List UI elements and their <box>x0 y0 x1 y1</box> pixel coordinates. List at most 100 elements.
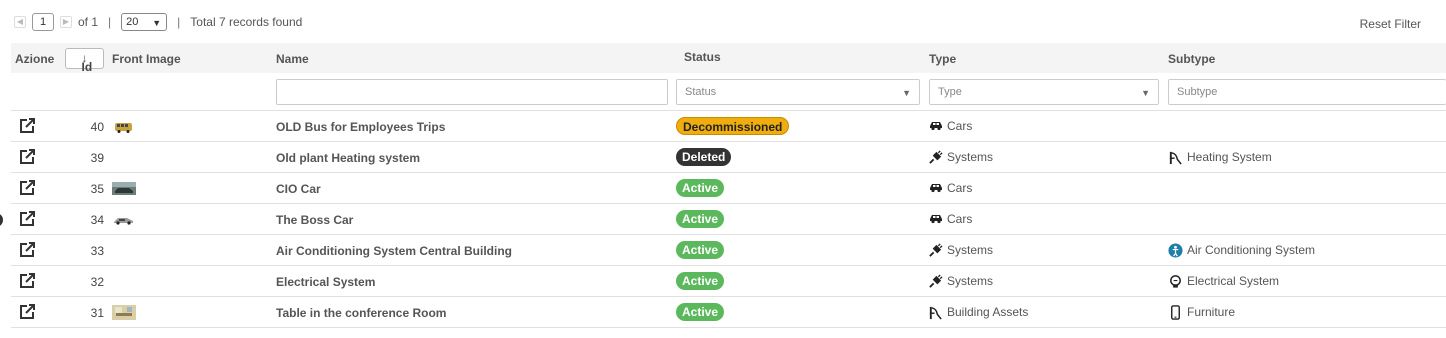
row-subtype: Furniture <box>1168 305 1236 320</box>
type-filter-placeholder: Type <box>938 86 962 98</box>
car-icon <box>928 181 944 195</box>
page-size-select[interactable]: 20 ▼ <box>121 13 168 31</box>
row-name: Old plant Heating system <box>276 151 421 165</box>
slide-icon <box>928 305 944 320</box>
row-type-label: Building Assets <box>947 305 1029 319</box>
row-type: Systems <box>928 274 993 288</box>
status-filter-placeholder: Status <box>685 86 717 98</box>
table-header: Azione Id ↓ Front Image Name Status Type… <box>11 43 1446 74</box>
row-id: 39 <box>90 151 104 165</box>
type-filter-select[interactable]: Type ▼ <box>929 79 1159 105</box>
open-external-icon[interactable] <box>19 242 37 258</box>
table-row[interactable]: 33 Air Conditioning System Central Buildi… <box>11 235 1446 266</box>
row-subtype-label: Electrical System <box>1187 274 1280 288</box>
row-name: The Boss Car <box>276 213 354 227</box>
row-type: Building Assets <box>928 305 1029 320</box>
table-row[interactable]: 32 Electrical System Active Systems Electric… <box>11 266 1446 297</box>
page-size-value: 20 <box>126 16 139 28</box>
table-row[interactable]: 34 The Boss Car Active Cars <box>11 204 1446 235</box>
row-id: 33 <box>90 244 104 258</box>
plug-icon <box>928 150 944 164</box>
status-badge: Active <box>676 210 725 228</box>
car-icon <box>928 212 944 226</box>
row-id: 32 <box>90 275 104 289</box>
chevron-down-icon: ▼ <box>152 18 162 28</box>
front-image-thumbnail[interactable] <box>112 180 136 197</box>
sort-id-button[interactable]: Id ↓ <box>65 48 104 74</box>
table-body: 40 OLD Bus for Employees Trips Decommissio… <box>11 111 1446 328</box>
chevron-down-icon: ▼ <box>902 88 911 98</box>
status-badge: Active <box>676 179 725 197</box>
table-row[interactable]: 31 Table in the conference Room Active Buil… <box>11 297 1446 328</box>
table-row[interactable]: 40 OLD Bus for Employees Trips Decommissio… <box>11 111 1446 142</box>
row-name: Air Conditioning System Central Building <box>276 244 513 258</box>
row-name: OLD Bus for Employees Trips <box>276 120 446 134</box>
row-type: Systems <box>928 243 993 257</box>
row-type-label: Cars <box>947 119 973 133</box>
front-image-thumbnail[interactable] <box>112 118 136 135</box>
pager-separator: | <box>177 15 181 29</box>
row-id: 31 <box>90 306 104 320</box>
filter-row: Status ▼ Type ▼ Subtype <box>11 73 1446 111</box>
row-subtype-label: Furniture <box>1187 305 1236 319</box>
row-id: 40 <box>90 120 104 134</box>
row-name: CIO Car <box>276 182 321 196</box>
front-image-thumbnail[interactable] <box>112 304 136 321</box>
name-filter-input[interactable] <box>276 79 668 105</box>
pagination-bar: ◀ 1 ▶ of 1 | 20 ▼ | Total 7 records foun… <box>14 12 302 32</box>
table-row[interactable]: 35 CIO Car Active Cars <box>11 173 1446 204</box>
row-id: 34 <box>90 213 104 227</box>
row-name: Electrical System <box>276 275 376 289</box>
row-subtype-label: Heating System <box>1187 150 1272 164</box>
open-external-icon[interactable] <box>19 118 37 134</box>
status-badge: Decommissioned <box>676 117 790 135</box>
slide-icon <box>1168 150 1184 165</box>
col-front-image: Front Image <box>112 52 181 66</box>
page-count-label: of 1 <box>78 15 99 29</box>
open-external-icon[interactable] <box>19 211 37 227</box>
subtype-filter-placeholder: Subtype <box>1177 86 1218 98</box>
reset-filter-button[interactable]: Reset Filter <box>1360 17 1421 31</box>
plug-icon <box>928 274 944 288</box>
open-external-icon[interactable] <box>19 304 37 320</box>
next-page-icon[interactable]: ▶ <box>60 16 72 28</box>
prev-page-icon[interactable]: ◀ <box>14 16 26 28</box>
status-filter-select[interactable]: Status ▼ <box>676 79 920 105</box>
lightbulb-icon <box>1168 274 1184 288</box>
col-name[interactable]: Name <box>276 52 309 66</box>
total-records-label: Total 7 records found <box>190 15 303 29</box>
row-type: Cars <box>928 212 972 226</box>
car-icon <box>928 119 944 133</box>
col-status[interactable]: Status <box>684 50 721 64</box>
open-external-icon[interactable] <box>19 273 37 289</box>
subtype-filter-select[interactable]: Subtype <box>1168 79 1446 105</box>
status-badge: Active <box>676 303 725 321</box>
front-image-thumbnail[interactable] <box>112 211 136 228</box>
pager-separator: | <box>108 15 112 29</box>
row-type: Cars <box>928 181 972 195</box>
col-subtype[interactable]: Subtype <box>1168 52 1215 66</box>
row-type-label: Systems <box>947 274 994 288</box>
chevron-down-icon: ▼ <box>1141 88 1150 98</box>
row-subtype: Electrical System <box>1168 274 1279 288</box>
row-type: Systems <box>928 150 993 164</box>
person-circle-icon <box>1168 243 1184 258</box>
open-external-icon[interactable] <box>19 180 37 196</box>
col-type[interactable]: Type <box>929 52 956 66</box>
table-row[interactable]: 39 Old plant Heating system Deleted Systems… <box>11 142 1446 173</box>
status-badge: Deleted <box>676 148 732 166</box>
row-type-label: Systems <box>947 150 994 164</box>
row-type-label: Cars <box>947 212 973 226</box>
status-badge: Active <box>676 241 725 259</box>
status-badge: Active <box>676 272 725 290</box>
row-id: 35 <box>90 182 104 196</box>
page-number-input[interactable]: 1 <box>32 13 54 31</box>
plug-icon <box>928 243 944 257</box>
row-name: Table in the conference Room <box>276 306 447 320</box>
row-type-label: Systems <box>947 243 994 257</box>
open-external-icon[interactable] <box>19 149 37 165</box>
row-type-label: Cars <box>947 181 973 195</box>
row-subtype: Heating System <box>1168 150 1272 165</box>
col-action: Azione <box>15 52 55 66</box>
row-subtype: Air Conditioning System <box>1168 243 1315 258</box>
